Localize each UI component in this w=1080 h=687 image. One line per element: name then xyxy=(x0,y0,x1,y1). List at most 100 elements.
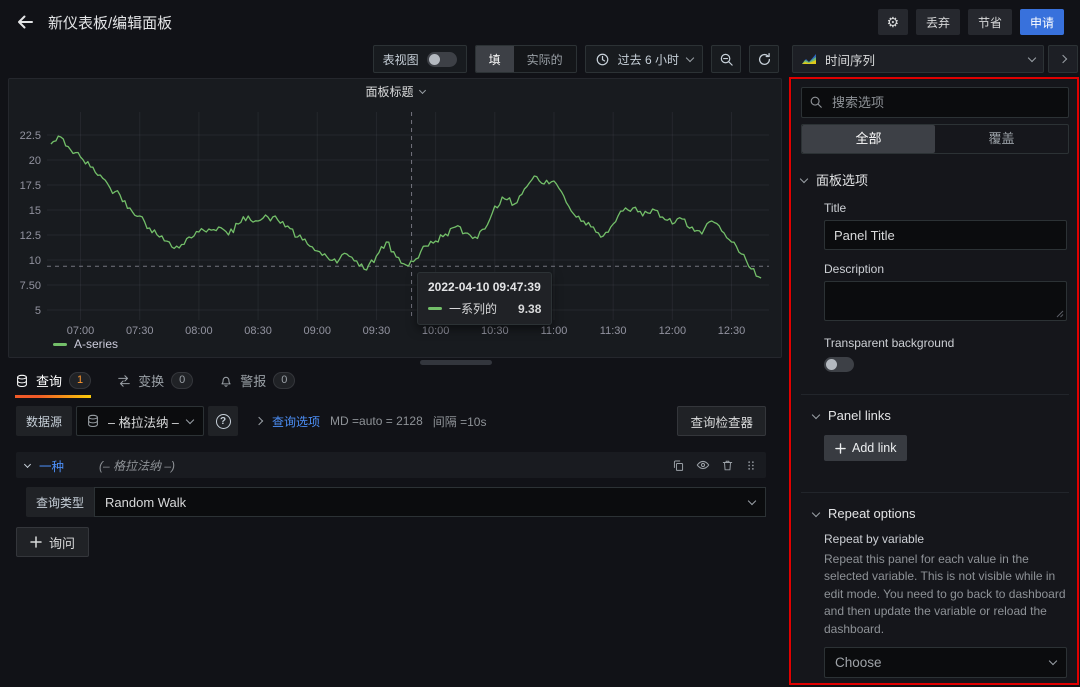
panel-title-menu[interactable]: 面板标题 xyxy=(9,79,781,104)
query-options-interval: 间隔 =10s xyxy=(433,413,487,430)
search-icon xyxy=(809,95,823,109)
repeat-variable-placeholder: Choose xyxy=(835,655,882,670)
datasource-help-button[interactable]: ? xyxy=(208,406,238,436)
dashboard-settings-button[interactable]: ⚙ xyxy=(878,9,908,35)
zoom-out-button[interactable] xyxy=(711,45,741,73)
panel-links-title: Panel links xyxy=(828,408,891,423)
query-row-datasource: (– 格拉法纳 –) xyxy=(99,457,175,474)
table-view-toggle-group[interactable]: 表视图 xyxy=(373,45,467,73)
query-options-md: MD =auto = 2128 xyxy=(330,414,423,428)
panel-title: 面板标题 xyxy=(365,83,413,100)
tab-alert[interactable]: 警报 0 xyxy=(219,369,295,398)
database-icon xyxy=(15,374,29,388)
save-button[interactable]: 节省 xyxy=(968,9,1012,35)
repeat-options-header[interactable]: Repeat options xyxy=(813,506,1069,521)
svg-text:09:30: 09:30 xyxy=(363,325,391,336)
timeseries-chart: 22.52017.51512.5107.50507:0007:3008:0008… xyxy=(9,104,781,336)
chevron-down-icon xyxy=(812,410,820,418)
tooltip-series-name: 一系列的 xyxy=(449,300,497,317)
delete-query-button[interactable] xyxy=(721,459,734,472)
svg-text:08:00: 08:00 xyxy=(185,325,213,336)
svg-text:07:00: 07:00 xyxy=(67,325,95,336)
copy-icon xyxy=(672,459,685,472)
repeat-variable-label: Repeat by variable xyxy=(824,532,1067,546)
tab-query-count: 1 xyxy=(69,372,91,389)
options-search-input[interactable] xyxy=(801,87,1069,118)
query-editor-row: 一种 (– 格拉法纳 –) 查询类型 Random Walk xyxy=(16,452,766,517)
refresh-button[interactable] xyxy=(749,45,779,73)
svg-text:5: 5 xyxy=(35,305,41,317)
options-mode-tabs: 全部 覆盖 xyxy=(801,124,1069,154)
add-link-button[interactable]: Add link xyxy=(824,435,907,461)
clock-icon xyxy=(595,52,610,67)
datasource-row: 数据源 – 格拉法纳 – ? 查询选项 MD =auto = 2128 间隔 =… xyxy=(16,406,766,436)
panel-description-textarea[interactable] xyxy=(824,281,1067,321)
svg-text:22.5: 22.5 xyxy=(20,130,41,142)
apply-button[interactable]: 申请 xyxy=(1020,9,1064,35)
legend-series-swatch xyxy=(53,343,67,346)
back-button[interactable] xyxy=(16,13,34,31)
pane-splitter-handle[interactable] xyxy=(420,360,492,365)
time-range-picker[interactable]: 过去 6 小时 xyxy=(585,45,703,73)
gear-icon: ⚙ xyxy=(887,14,900,31)
chevron-down-icon xyxy=(418,87,425,94)
tab-alert-count: 0 xyxy=(273,372,295,389)
query-ref-id[interactable]: 一种 xyxy=(39,456,64,475)
svg-text:07:30: 07:30 xyxy=(126,325,154,336)
tab-query[interactable]: 查询 1 xyxy=(15,369,91,398)
drag-dots-icon xyxy=(745,459,757,472)
chevron-down-icon xyxy=(812,508,820,516)
visualization-picker[interactable]: 时间序列 xyxy=(792,45,1044,73)
svg-text:10:30: 10:30 xyxy=(481,325,509,336)
table-view-switch[interactable] xyxy=(427,52,457,67)
panel-links-header[interactable]: Panel links xyxy=(813,408,1069,423)
query-type-label: 查询类型 xyxy=(26,487,94,517)
chart-area[interactable]: 22.52017.51512.5107.50507:0007:3008:0008… xyxy=(9,104,781,336)
chevron-down-icon xyxy=(24,460,31,467)
panel-title-input[interactable] xyxy=(824,220,1067,250)
table-view-label: 表视图 xyxy=(383,51,419,68)
svg-text:12:30: 12:30 xyxy=(718,325,746,336)
duplicate-query-button[interactable] xyxy=(672,459,685,472)
add-query-button[interactable]: 询问 xyxy=(16,527,89,557)
drag-handle[interactable] xyxy=(745,459,757,472)
datasource-picker[interactable]: – 格拉法纳 – xyxy=(76,406,204,436)
query-inspector-button[interactable]: 查询检查器 xyxy=(677,406,766,436)
query-options-toggle[interactable]: 查询选项 MD =auto = 2128 间隔 =10s xyxy=(256,413,486,430)
exact-option[interactable]: 实际的 xyxy=(514,46,576,72)
fit-option[interactable]: 填 xyxy=(476,46,514,72)
trash-icon xyxy=(721,459,734,472)
tab-overrides[interactable]: 覆盖 xyxy=(935,125,1068,153)
discard-button[interactable]: 丢弃 xyxy=(916,9,960,35)
svg-text:10:00: 10:00 xyxy=(422,325,450,336)
svg-text:11:30: 11:30 xyxy=(600,325,627,336)
resize-grip-icon[interactable] xyxy=(1056,310,1064,318)
panel-toolbar: 表视图 填 实际的 过去 6 小时 xyxy=(0,45,779,73)
tab-all-options[interactable]: 全部 xyxy=(802,125,935,153)
tab-transform-count: 0 xyxy=(171,372,193,389)
query-type-select[interactable]: Random Walk xyxy=(94,487,766,517)
svg-text:15: 15 xyxy=(29,205,41,217)
svg-text:17.5: 17.5 xyxy=(20,180,41,192)
query-row-actions xyxy=(672,458,757,472)
visualization-toolbar: 时间序列 xyxy=(792,45,1078,73)
disable-query-button[interactable] xyxy=(696,458,710,472)
tooltip-value: 9.38 xyxy=(518,302,541,316)
add-link-label: Add link xyxy=(852,441,896,455)
svg-text:12:00: 12:00 xyxy=(659,325,687,336)
transparent-bg-switch[interactable] xyxy=(824,357,854,372)
svg-text:11:00: 11:00 xyxy=(541,325,568,336)
transparent-bg-label: Transparent background xyxy=(824,336,1067,350)
datasource-value: – 格拉法纳 – xyxy=(108,412,179,431)
query-row-header[interactable]: 一种 (– 格拉法纳 –) xyxy=(16,452,766,478)
query-row-body: 查询类型 Random Walk xyxy=(16,487,766,517)
tab-transform[interactable]: 变换 0 xyxy=(117,369,193,398)
eye-icon xyxy=(696,458,710,472)
repeat-variable-select[interactable]: Choose xyxy=(824,647,1067,678)
section-repeat-options: Repeat options Repeat by variable Repeat… xyxy=(801,492,1069,683)
chart-legend[interactable]: A-series xyxy=(9,337,781,351)
svg-text:10: 10 xyxy=(29,255,41,267)
panel-options-header[interactable]: 面板选项 xyxy=(801,170,1069,189)
collapse-options-pane-button[interactable] xyxy=(1048,45,1078,73)
description-field-label: Description xyxy=(824,262,1067,276)
